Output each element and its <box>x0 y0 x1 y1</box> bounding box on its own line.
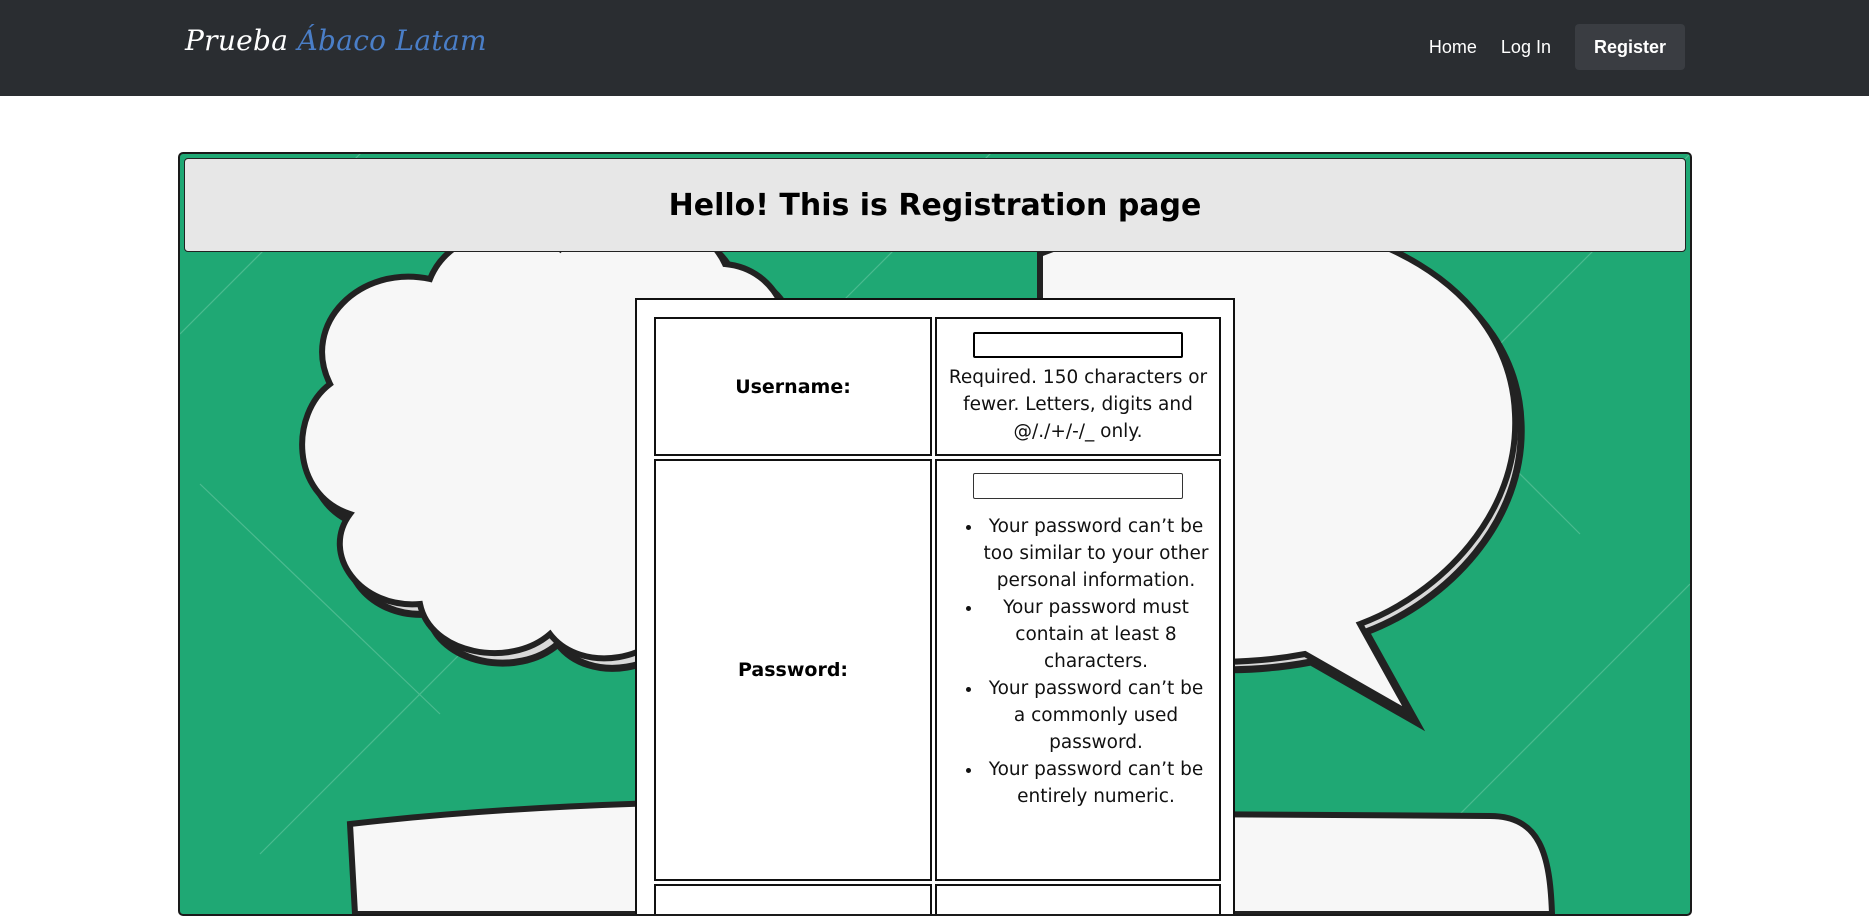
brand-name: Prueba <box>185 24 289 57</box>
password-row: Password: Your password can’t be too sim… <box>654 459 1221 881</box>
password-rule: Your password can’t be too similar to yo… <box>983 513 1209 594</box>
nav-home-link[interactable]: Home <box>1417 24 1489 70</box>
username-label: Username: <box>654 317 932 456</box>
registration-form: Username: Required. 150 characters or fe… <box>635 298 1235 914</box>
password-input[interactable] <box>973 473 1183 499</box>
username-row: Username: Required. 150 characters or fe… <box>654 317 1221 456</box>
registration-panel: Hello! This is Registration page Usernam… <box>178 152 1692 916</box>
next-row <box>654 884 1221 914</box>
nav-links: Home Log In Register <box>1417 24 1685 70</box>
next-row-label-cell <box>654 884 932 914</box>
password-rules-list: Your password can’t be too similar to yo… <box>947 513 1209 810</box>
password-rule: Your password must contain at least 8 ch… <box>983 594 1209 675</box>
password-rule: Your password can’t be entirely numeric. <box>983 756 1209 810</box>
top-navbar: Prueba Ábaco Latam Home Log In Register <box>0 0 1869 96</box>
username-help-text: Required. 150 characters or fewer. Lette… <box>948 367 1208 442</box>
username-input[interactable] <box>973 332 1183 358</box>
nav-register-button[interactable]: Register <box>1574 24 1685 70</box>
brand-logo[interactable]: Prueba Ábaco Latam <box>185 24 487 57</box>
page-header: Hello! This is Registration page <box>184 158 1686 252</box>
page-title: Hello! This is Registration page <box>668 187 1202 223</box>
password-rule: Your password can’t be a commonly used p… <box>983 675 1209 756</box>
password-field-cell: Your password can’t be too similar to yo… <box>935 459 1221 881</box>
nav-login-link[interactable]: Log In <box>1489 24 1563 70</box>
registration-form-table: Username: Required. 150 characters or fe… <box>651 314 1224 914</box>
brand-name-accent: Ábaco Latam <box>297 24 487 57</box>
next-row-field-cell <box>935 884 1221 914</box>
username-field-cell: Required. 150 characters or fewer. Lette… <box>935 317 1221 456</box>
password-label: Password: <box>654 459 932 881</box>
